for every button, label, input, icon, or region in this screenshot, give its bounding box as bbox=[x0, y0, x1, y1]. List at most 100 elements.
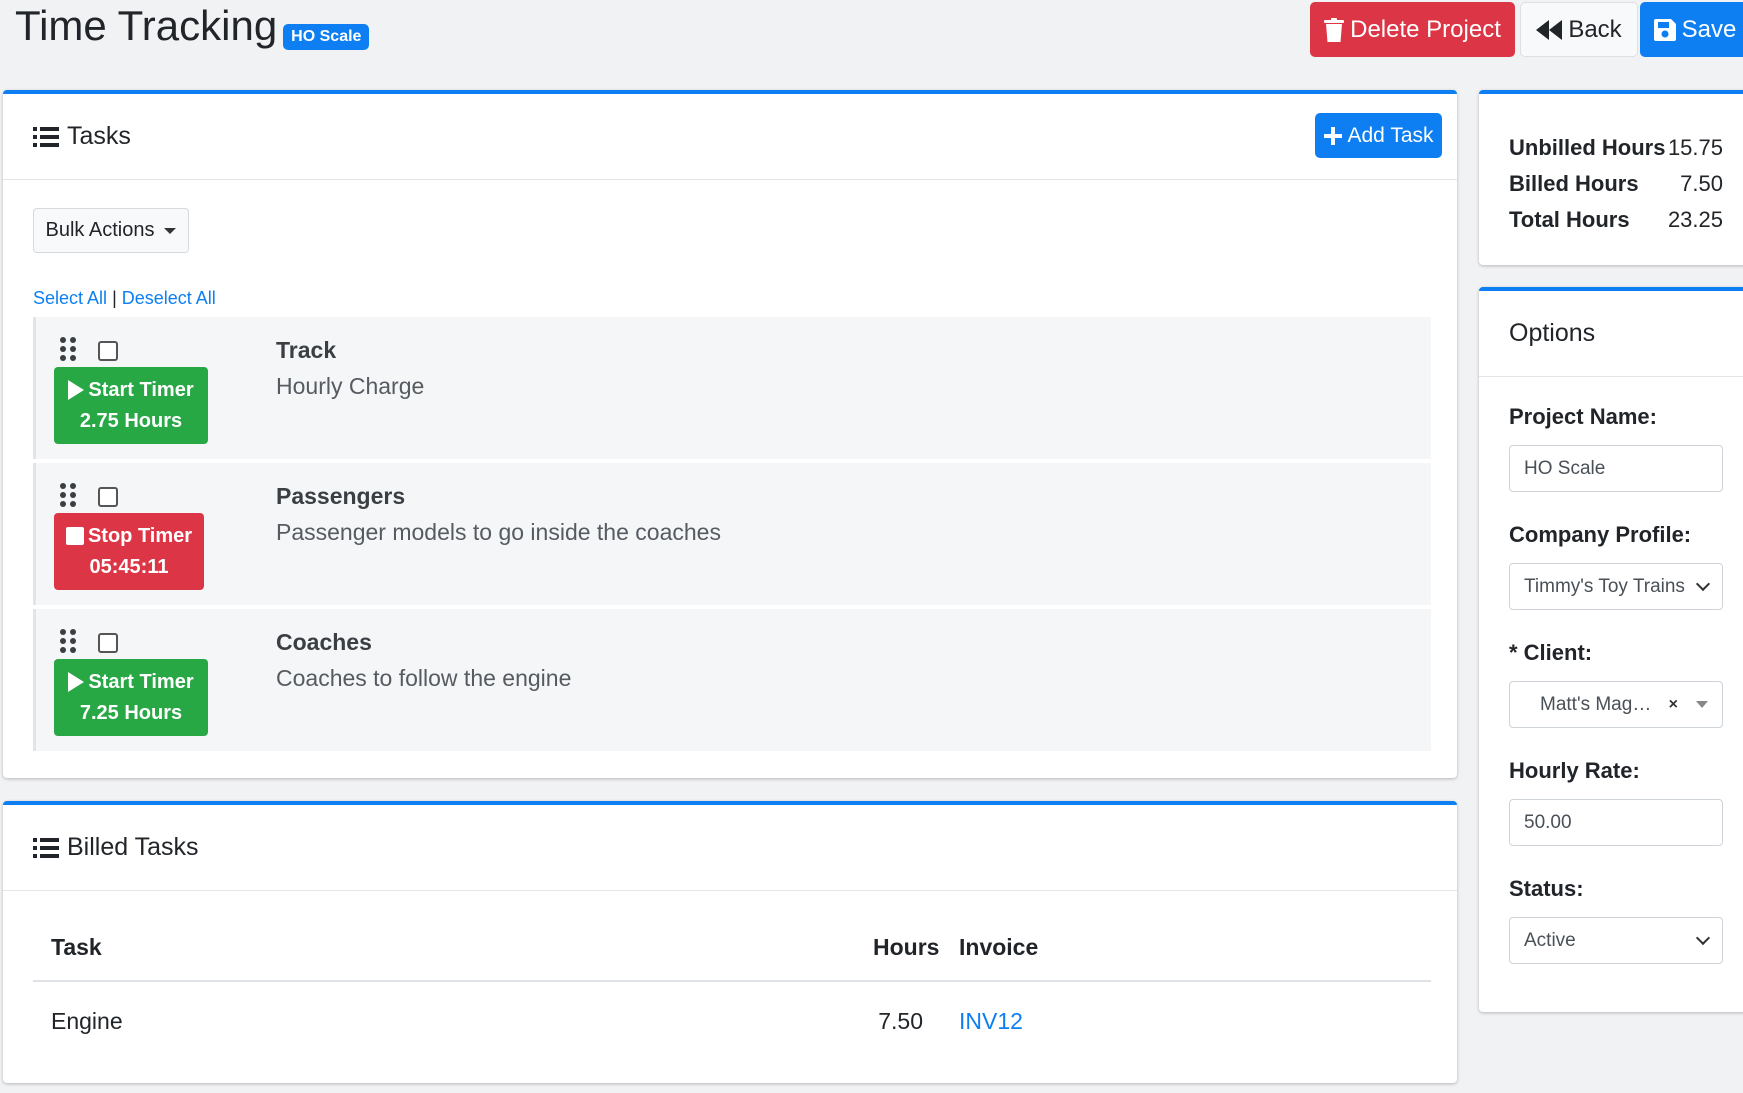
drag-handle-icon[interactable] bbox=[59, 337, 77, 361]
start-timer-button[interactable]: Start Timer 2.75 Hours bbox=[54, 367, 208, 444]
play-icon bbox=[68, 672, 85, 692]
select-separator: | bbox=[112, 288, 117, 308]
delete-project-button[interactable]: Delete Project bbox=[1310, 2, 1515, 57]
plus-icon bbox=[1323, 126, 1342, 145]
options-card-header: Options bbox=[1479, 291, 1743, 377]
save-icon bbox=[1653, 18, 1676, 41]
timer-label: Start Timer bbox=[88, 378, 194, 401]
billed-hours-value: 7.50 bbox=[1680, 171, 1723, 196]
task-name: Passengers bbox=[276, 483, 406, 509]
select-links: Select All | Deselect All bbox=[33, 288, 216, 309]
start-timer-button[interactable]: Start Timer 7.25 Hours bbox=[54, 659, 208, 736]
tasks-card-header: Tasks Add Task bbox=[3, 94, 1457, 180]
company-profile-label: Company Profile: bbox=[1509, 522, 1692, 547]
task-checkbox[interactable] bbox=[98, 341, 118, 361]
backward-icon bbox=[1536, 19, 1563, 40]
cell-hours: 7.50 bbox=[878, 1007, 923, 1034]
back-button[interactable]: Back bbox=[1520, 2, 1638, 57]
drag-handle-icon[interactable] bbox=[59, 483, 77, 507]
client-value: Matt's Mag… bbox=[1540, 693, 1652, 715]
task-checkbox[interactable] bbox=[98, 633, 118, 653]
tasks-card-title: Tasks bbox=[67, 122, 131, 150]
client-select[interactable]: Matt's Mag… × bbox=[1509, 681, 1723, 728]
billed-hours-row: Billed Hours 7.50 bbox=[1509, 166, 1723, 202]
timer-value: 2.75 Hours bbox=[79, 409, 183, 432]
save-button[interactable]: Save bbox=[1640, 2, 1743, 57]
timer-label: Stop Timer bbox=[87, 524, 193, 547]
stop-icon bbox=[65, 527, 84, 545]
add-task-button[interactable]: Add Task bbox=[1315, 113, 1442, 158]
project-badge: HO Scale bbox=[283, 24, 370, 50]
caret-down-icon bbox=[164, 227, 177, 234]
invoice-link[interactable]: INV12 bbox=[959, 1008, 1023, 1034]
table-row: Engine 7.50 INV12 bbox=[33, 982, 1431, 1060]
select-all-link[interactable]: Select All bbox=[33, 288, 107, 308]
billed-tasks-card: Billed Tasks Task Hours Invoice Engine 7… bbox=[3, 801, 1457, 1083]
delete-project-label: Delete Project bbox=[1350, 15, 1501, 43]
play-icon bbox=[68, 380, 85, 400]
trash-icon bbox=[1324, 17, 1345, 42]
unbilled-hours-row: Unbilled Hours 15.75 bbox=[1509, 130, 1723, 166]
unbilled-hours-value: 15.75 bbox=[1667, 135, 1723, 160]
task-item: Stop Timer 05:45:11 Passengers Passenger… bbox=[33, 463, 1431, 605]
status-select[interactable]: Active bbox=[1509, 917, 1723, 964]
project-name-field[interactable] bbox=[1509, 445, 1723, 492]
options-form: Project Name: Company Profile: Timmy's T… bbox=[1509, 401, 1723, 991]
hours-summary: Unbilled Hours 15.75 Billed Hours 7.50 T… bbox=[1509, 130, 1723, 238]
company-profile-select[interactable]: Timmy's Toy Trains bbox=[1509, 563, 1723, 610]
task-checkbox[interactable] bbox=[98, 487, 118, 507]
unbilled-hours-label: Unbilled Hours bbox=[1509, 135, 1666, 160]
chevron-down-icon bbox=[1695, 576, 1711, 592]
project-name-label: Project Name: bbox=[1509, 404, 1657, 429]
options-card-title: Options bbox=[1509, 319, 1596, 347]
status-value: Active bbox=[1524, 929, 1576, 951]
page-title-text: Time Tracking bbox=[15, 2, 278, 49]
stop-timer-button[interactable]: Stop Timer 05:45:11 bbox=[54, 513, 204, 590]
task-description: Passenger models to go inside the coache… bbox=[276, 519, 721, 545]
task-description: Hourly Charge bbox=[276, 373, 425, 399]
bulk-actions-dropdown[interactable]: Bulk Actions bbox=[33, 208, 189, 253]
clear-icon[interactable]: × bbox=[1669, 696, 1678, 714]
hourly-rate-field[interactable] bbox=[1509, 799, 1723, 846]
page-title: Time Tracking HO Scale bbox=[15, 2, 370, 50]
timer-value: 05:45:11 bbox=[89, 555, 169, 578]
column-header-hours: Hours bbox=[873, 934, 940, 960]
list-icon bbox=[33, 837, 59, 858]
caret-down-icon bbox=[1696, 701, 1708, 708]
cell-invoice: INV12 bbox=[923, 1008, 1023, 1035]
hourly-rate-label: Hourly Rate: bbox=[1509, 758, 1640, 783]
project-name-input[interactable] bbox=[1524, 457, 1708, 480]
deselect-all-link[interactable]: Deselect All bbox=[122, 288, 216, 308]
status-label: Status: bbox=[1509, 876, 1584, 901]
task-description: Coaches to follow the engine bbox=[276, 665, 572, 691]
hours-summary-card: Unbilled Hours 15.75 Billed Hours 7.50 T… bbox=[1479, 90, 1743, 265]
back-label: Back bbox=[1568, 15, 1622, 43]
add-task-label: Add Task bbox=[1347, 123, 1434, 147]
hourly-rate-input[interactable] bbox=[1524, 811, 1708, 834]
cell-task: Engine bbox=[51, 1007, 123, 1034]
tasks-card: Tasks Add Task Bulk Actions Select All |… bbox=[3, 90, 1457, 778]
timer-value: 7.25 Hours bbox=[79, 701, 183, 724]
bulk-actions-label: Bulk Actions bbox=[45, 219, 155, 241]
client-label: * Client: bbox=[1509, 640, 1593, 665]
total-hours-row: Total Hours 23.25 bbox=[1509, 202, 1723, 238]
list-icon bbox=[33, 126, 59, 147]
billed-tasks-card-title: Billed Tasks bbox=[67, 833, 199, 861]
task-list: Start Timer 2.75 Hours Track Hourly Char… bbox=[33, 317, 1431, 755]
total-hours-label: Total Hours bbox=[1509, 207, 1630, 232]
chevron-down-icon bbox=[1695, 930, 1711, 946]
company-profile-value: Timmy's Toy Trains bbox=[1524, 575, 1685, 597]
table-header-row: Task Hours Invoice bbox=[33, 915, 1431, 982]
task-name: Coaches bbox=[276, 629, 372, 655]
save-label: Save bbox=[1681, 15, 1737, 43]
task-item: Start Timer 7.25 Hours Coaches Coaches t… bbox=[33, 609, 1431, 751]
options-card: Options Project Name: Company Profile: T… bbox=[1479, 287, 1743, 1012]
timer-label: Start Timer bbox=[88, 670, 194, 693]
task-name: Track bbox=[276, 337, 337, 363]
billed-hours-label: Billed Hours bbox=[1509, 171, 1639, 196]
column-header-task: Task bbox=[51, 934, 102, 960]
billed-tasks-table: Task Hours Invoice Engine 7.50 INV12 bbox=[33, 915, 1431, 1060]
drag-handle-icon[interactable] bbox=[59, 629, 77, 653]
total-hours-value: 23.25 bbox=[1667, 207, 1723, 232]
column-header-invoice: Invoice bbox=[959, 934, 1039, 960]
